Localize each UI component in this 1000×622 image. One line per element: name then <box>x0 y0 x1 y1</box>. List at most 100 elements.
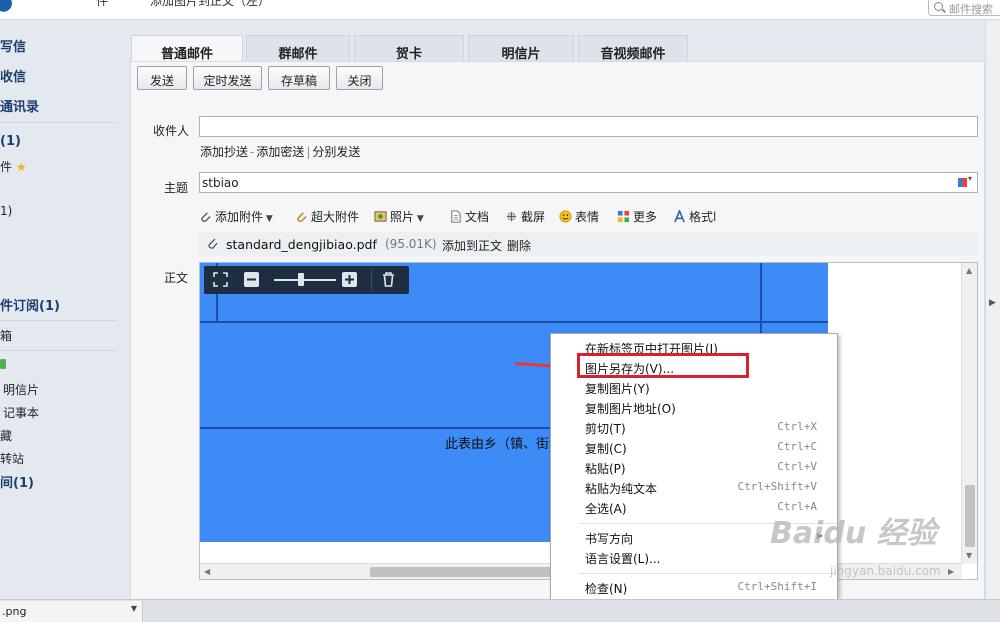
download-file-name: .png <box>2 605 27 618</box>
search-icon <box>934 2 943 11</box>
add-cc-link[interactable]: 添加抄送 <box>200 145 248 159</box>
sidebar-item-inbox-count[interactable]: (1) <box>0 134 21 149</box>
sidebar-item-notes[interactable]: 记事本 <box>3 404 39 421</box>
scroll-up-arrow[interactable]: ▲ <box>966 266 972 275</box>
attachment-row: standard_dengjibiao.pdf (95.01K) 添加到正文 删… <box>199 232 977 256</box>
watermark-url: jingyan.baidu.com <box>830 564 941 578</box>
paperclip-icon <box>208 238 218 249</box>
expand-arrow-icon[interactable]: ▶ <box>989 298 996 308</box>
big-attachment-button[interactable]: 超大附件 <box>295 208 359 225</box>
sidebar-divider <box>0 122 116 123</box>
add-to-body-link[interactable]: 添加到正文 <box>442 237 502 254</box>
close-button[interactable]: 关闭 <box>336 66 383 90</box>
scissors-icon <box>506 211 517 222</box>
image-text: 此表由乡（镇、街 <box>445 437 550 452</box>
separator: - <box>250 145 255 159</box>
sidebar-divider <box>0 320 116 321</box>
tab-greeting-card[interactable]: 贺卡 <box>354 35 464 62</box>
tab-postcard[interactable]: 明信片 <box>468 35 574 62</box>
recipient-links: 添加抄送 - 添加密送 | 分别发送 <box>200 143 360 160</box>
subject-label: 主题 <box>164 181 189 195</box>
attachment-file-size: (95.01K) <box>385 237 437 251</box>
zoom-slider-handle[interactable] <box>298 273 304 286</box>
menu-item-cut[interactable]: 剪切(T) Ctrl+X <box>585 420 835 440</box>
recipient-label: 收件人 <box>153 124 190 138</box>
logo: ● <box>0 0 54 15</box>
mail-search-input[interactable]: 邮件搜索 <box>928 0 1000 16</box>
sidebar-item-folder[interactable]: 1) <box>0 204 12 218</box>
paperclip-icon <box>201 212 211 222</box>
separator: | <box>306 145 311 159</box>
document-icon <box>451 210 461 223</box>
trash-icon[interactable] <box>380 271 397 288</box>
screenshot-button[interactable]: 截屏 <box>505 208 545 225</box>
tab-normal-mail[interactable]: 普通邮件 <box>131 35 243 62</box>
sidebar-item-transfer[interactable]: 转站 <box>0 450 24 467</box>
document-button[interactable]: 文档 <box>449 208 489 225</box>
search-placeholder: 邮件搜索 <box>949 3 993 16</box>
download-item[interactable]: .png ▼ <box>0 601 143 622</box>
body-label: 正文 <box>164 271 189 285</box>
apps-grid-icon <box>617 210 630 223</box>
photo-icon <box>374 211 387 222</box>
add-bcc-link[interactable]: 添加密送 <box>256 145 304 159</box>
sidebar-item-contacts[interactable]: 通讯录 <box>0 96 39 115</box>
tab-av-mail[interactable]: 音视频邮件 <box>578 35 688 62</box>
chevron-down-icon[interactable]: ▼ <box>131 604 137 613</box>
sidebar-item-postcard[interactable]: 明信片 <box>3 381 39 398</box>
paperclip-icon <box>297 212 307 223</box>
stationery-icon[interactable] <box>958 174 972 187</box>
sidebar-item-space[interactable]: 间(1) <box>0 472 34 491</box>
menu-item-copy-image[interactable]: 复制图片(Y) <box>585 380 835 400</box>
top-bar-faded-text: 添加图片到正文（左） <box>150 0 271 8</box>
text-format-icon <box>674 210 685 223</box>
subject-value: stbiao <box>202 176 239 190</box>
zoom-in-icon[interactable] <box>341 271 358 288</box>
menu-item-copy-image-address[interactable]: 复制图片地址(O) <box>585 400 835 420</box>
format-button[interactable]: 格式l <box>673 208 716 225</box>
smiley-icon <box>559 210 572 223</box>
menu-item-paste-plain-text[interactable]: 粘贴为纯文本 Ctrl+Shift+V <box>585 480 835 500</box>
bottle-icon <box>0 359 6 369</box>
shortcut-label: Ctrl+C <box>777 440 817 453</box>
scroll-left-arrow[interactable]: ◀ <box>204 567 210 576</box>
image-zoom-toolbar <box>204 266 409 294</box>
sidebar-item-starred-label: 件 <box>0 160 13 174</box>
zoom-slider-track[interactable] <box>274 279 336 281</box>
fit-screen-icon[interactable] <box>212 271 229 288</box>
sidebar-item-subscriptions[interactable]: 件订阅(1) <box>0 295 60 314</box>
separate-send-link[interactable]: 分别发送 <box>312 145 360 159</box>
save-draft-button[interactable]: 存草稿 <box>268 66 330 90</box>
tab-group-mail[interactable]: 群邮件 <box>246 35 350 62</box>
sidebar: 写信 收信 通讯录 (1) 件 ★ 1) 件订阅(1) 箱 明信片 记事本 藏 … <box>0 21 125 599</box>
table-line <box>200 321 828 323</box>
right-collapse-strip[interactable]: ▶ <box>985 21 1000 599</box>
menu-item-paste[interactable]: 粘贴(P) Ctrl+V <box>585 460 835 480</box>
scheduled-send-button[interactable]: 定时发送 <box>193 66 262 90</box>
sidebar-item-app[interactable] <box>0 358 6 372</box>
baidu-watermark: Baidu 经验 jingyan.baidu.com <box>770 508 970 588</box>
attachment-file-name[interactable]: standard_dengjibiao.pdf <box>226 237 377 252</box>
annotation-highlight-box <box>577 353 749 378</box>
horizontal-scroll-thumb[interactable] <box>370 567 560 577</box>
top-bar-partial-text: 件 <box>96 0 109 8</box>
sidebar-item-inbox[interactable]: 收信 <box>0 66 26 85</box>
sidebar-item-mailbox[interactable]: 箱 <box>0 327 12 344</box>
sidebar-item-starred[interactable]: 件 ★ <box>0 158 27 175</box>
shortcut-label: Ctrl+V <box>777 460 817 473</box>
photo-button[interactable]: 照片 ▼ <box>374 208 424 225</box>
emoji-button[interactable]: 表情 <box>559 208 599 225</box>
zoom-out-icon[interactable] <box>243 271 260 288</box>
subject-field[interactable]: stbiao <box>199 172 978 193</box>
more-button[interactable]: 更多 <box>617 208 657 225</box>
add-attachment-button[interactable]: 添加附件 ▼ <box>199 208 273 225</box>
toolbar-divider <box>371 269 372 291</box>
shortcut-label: Ctrl+X <box>777 420 817 433</box>
sidebar-item-favorites[interactable]: 藏 <box>0 427 12 444</box>
menu-item-copy[interactable]: 复制(C) Ctrl+C <box>585 440 835 460</box>
recipient-field[interactable] <box>199 116 978 137</box>
delete-attachment-link[interactable]: 删除 <box>507 237 531 254</box>
sidebar-divider <box>0 350 116 351</box>
sidebar-item-compose[interactable]: 写信 <box>0 36 26 55</box>
send-button[interactable]: 发送 <box>137 66 187 90</box>
